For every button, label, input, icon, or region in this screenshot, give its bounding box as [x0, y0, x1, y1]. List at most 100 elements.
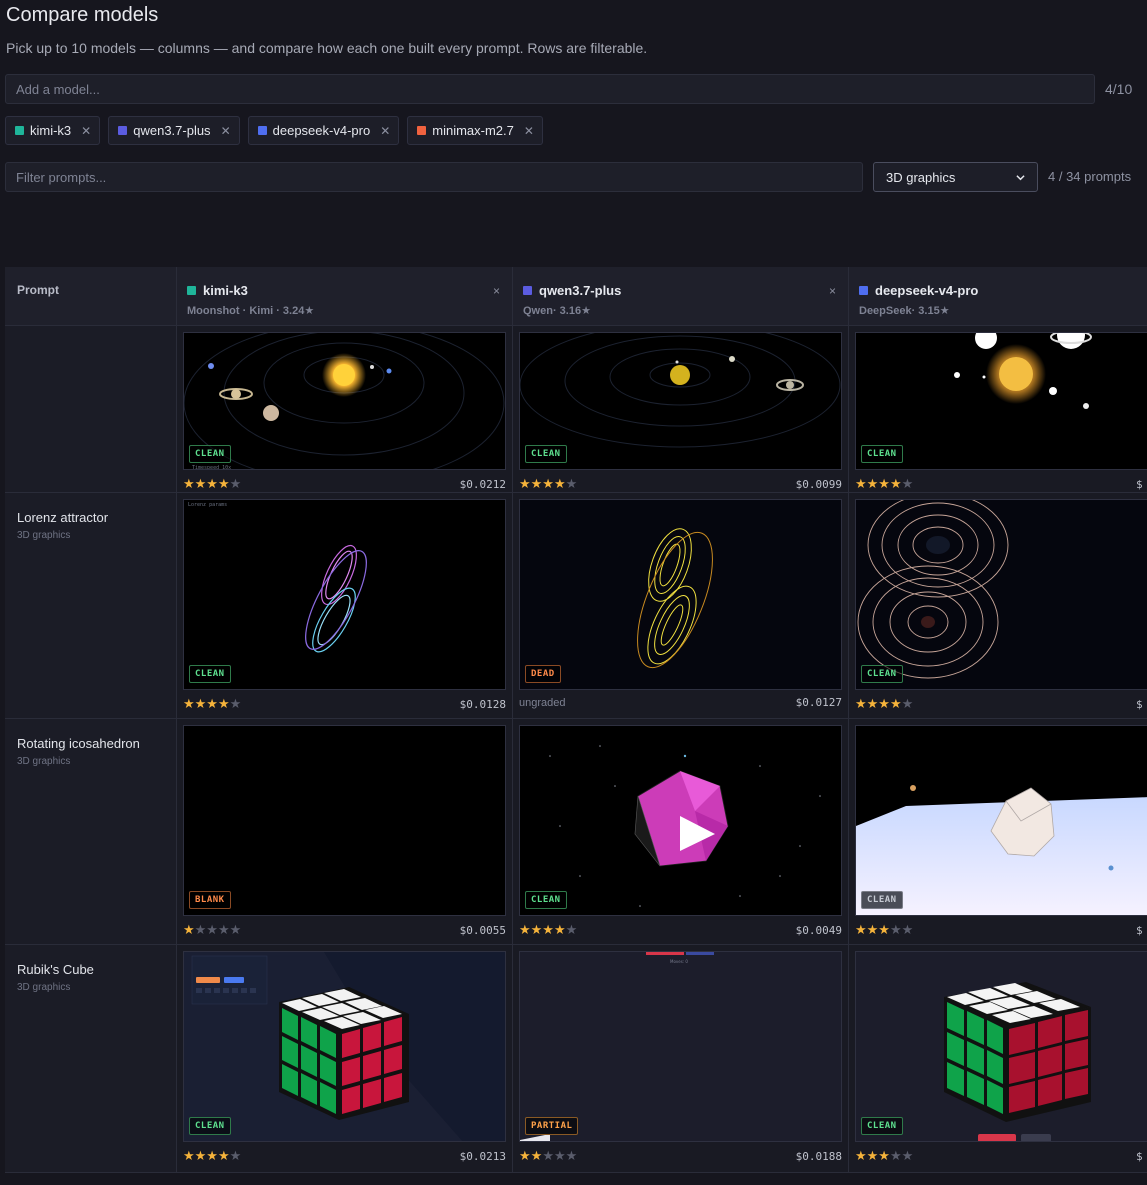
category-select[interactable]: 3D graphics: [873, 162, 1038, 192]
result-thumbnail[interactable]: CLEAN: [855, 332, 1147, 470]
color-swatch: [257, 126, 267, 135]
result-cell[interactable]: CLEAN ★★★★★ $0.0049: [513, 719, 849, 945]
lorenz-preview: [857, 500, 1009, 679]
column-header-kimi: kimi-k3 Moonshot · Kimi · 3.24★ ×: [177, 267, 513, 326]
status-badge: BLANK: [189, 891, 231, 909]
prompt-category: 3D graphics: [17, 530, 71, 541]
lorenz-preview: Lorenz params: [188, 502, 367, 653]
model-chip-kimi[interactable]: kimi-k3 ✕: [5, 116, 101, 145]
status-badge: CLEAN: [525, 891, 567, 909]
grade-status: ungraded: [519, 696, 566, 709]
result-cell[interactable]: CLEAN ★★★★★ $: [849, 493, 1147, 719]
remove-column-icon[interactable]: ×: [493, 284, 500, 298]
comparison-grid: Prompt kimi-k3 Moonshot · Kimi · 3.24★ ×…: [5, 267, 1147, 1173]
result-cell[interactable]: CLEAN ★★★★★ $: [849, 945, 1147, 1173]
prompt-count: 4 / 34 prompts: [1048, 169, 1132, 184]
star-rating: ★★★★★: [855, 696, 914, 711]
star-rating: ★★★★★: [519, 922, 578, 937]
remove-column-icon[interactable]: ×: [829, 284, 836, 298]
chip-label: kimi-k3: [30, 123, 72, 138]
result-cell[interactable]: Lorenz params CLEAN ★★★★★ $0.0128: [177, 493, 513, 719]
result-thumbnail[interactable]: CLEAN: [519, 332, 842, 470]
selected-models: kimi-k3 ✕ qwen3.7-plus ✕ deepseek-v4-pro…: [5, 116, 543, 145]
status-badge: CLEAN: [189, 665, 231, 683]
prompt-name: Lorenz attractor: [17, 510, 109, 525]
cost: $: [1136, 477, 1143, 491]
result-thumbnail[interactable]: Moves: 0 PARTIAL: [519, 951, 842, 1142]
color-swatch: [417, 126, 427, 135]
cost: $0.0188: [795, 1149, 842, 1163]
result-thumbnail[interactable]: CLEAN: [183, 951, 506, 1142]
result-cell[interactable]: BLANK ★★★★★ $0.0055: [177, 719, 513, 945]
model-chip-qwen[interactable]: qwen3.7-plus ✕: [108, 116, 240, 145]
color-swatch: [15, 126, 24, 135]
column-meta: Qwen· 3.16★: [523, 305, 591, 317]
status-badge: CLEAN: [861, 1117, 903, 1135]
star-rating: ★★★★★: [855, 476, 914, 491]
status-badge: CLEAN: [861, 445, 903, 463]
star-rating: ★★★★★: [519, 1148, 578, 1163]
star-rating: ★★★★★: [519, 476, 578, 491]
column-name: kimi-k3: [203, 283, 248, 298]
star-rating: ★★★★★: [855, 1148, 914, 1163]
star-rating: ★★★★★: [183, 476, 242, 491]
solar-system-preview: [520, 333, 841, 448]
cost: $0.0099: [795, 477, 842, 491]
status-badge: CLEAN: [861, 891, 903, 909]
result-cell[interactable]: CLEAN ★★★★★ $0.0213: [177, 945, 513, 1173]
remove-chip-icon[interactable]: ✕: [380, 124, 390, 138]
solar-system-preview: Timespeed 10x: [184, 333, 505, 469]
model-count: 4/10: [1105, 81, 1133, 97]
status-badge: CLEAN: [189, 1117, 231, 1135]
color-swatch: [859, 286, 868, 295]
prompt-row-label[interactable]: Rubik's Cube 3D graphics: [5, 945, 177, 1173]
result-thumbnail[interactable]: CLEAN: [855, 499, 1147, 690]
status-badge: CLEAN: [189, 445, 231, 463]
remove-chip-icon[interactable]: ✕: [221, 124, 231, 138]
add-model-input[interactable]: [5, 74, 1095, 104]
cost: $: [1136, 923, 1143, 937]
chip-label: qwen3.7-plus: [133, 123, 211, 138]
rubiks-cube-preview: Moves: 0: [520, 952, 714, 1141]
model-chip-minimax[interactable]: minimax-m2.7 ✕: [407, 116, 543, 145]
result-cell[interactable]: CLEAN ★★★★★ $: [849, 719, 1147, 945]
lorenz-preview: [637, 528, 713, 669]
column-name: deepseek-v4-pro: [875, 283, 979, 298]
cost: $0.0055: [459, 923, 506, 937]
chip-label: deepseek-v4-pro: [272, 123, 371, 138]
status-badge: DEAD: [525, 665, 561, 683]
prompt-column-header: Prompt: [5, 267, 177, 326]
result-thumbnail[interactable]: Timespeed 10x CLEAN: [183, 332, 506, 470]
cost: $: [1136, 1149, 1143, 1163]
prompt-header-label: Prompt: [17, 283, 59, 297]
remove-chip-icon[interactable]: ✕: [81, 124, 91, 138]
result-thumbnail[interactable]: CLEAN: [855, 725, 1147, 916]
icosahedron-preview: [549, 745, 821, 907]
result-thumbnail[interactable]: BLANK: [183, 725, 506, 916]
result-thumbnail[interactable]: CLEAN: [855, 951, 1147, 1142]
result-thumbnail[interactable]: DEAD: [519, 499, 842, 690]
status-badge: PARTIAL: [525, 1117, 579, 1135]
page-title: Compare models: [6, 4, 159, 26]
result-cell[interactable]: Moves: 0 PARTIAL ★★★★★ $0.0188: [513, 945, 849, 1173]
chevron-down-icon: [1016, 174, 1025, 180]
model-chip-deepseek[interactable]: deepseek-v4-pro ✕: [247, 116, 400, 145]
prompt-row-label[interactable]: Rotating icosahedron 3D graphics: [5, 719, 177, 945]
remove-chip-icon[interactable]: ✕: [524, 124, 534, 138]
result-thumbnail[interactable]: CLEAN: [519, 725, 842, 916]
prompt-row-label[interactable]: [5, 326, 177, 493]
cost: $0.0127: [795, 696, 842, 709]
prompt-row-label[interactable]: Lorenz attractor 3D graphics: [5, 493, 177, 719]
column-name: qwen3.7-plus: [539, 283, 622, 298]
category-select-value: 3D graphics: [886, 169, 956, 185]
result-cell[interactable]: CLEAN ★★★★★ $0.0099: [513, 326, 849, 493]
status-badge: CLEAN: [861, 665, 903, 683]
filter-prompts-input[interactable]: [5, 162, 863, 192]
result-cell[interactable]: Timespeed 10x CLEAN ★★★★★ $0.0212: [177, 326, 513, 493]
result-cell[interactable]: DEAD ungraded $0.0127: [513, 493, 849, 719]
column-header-qwen: qwen3.7-plus Qwen· 3.16★ ×: [513, 267, 849, 326]
star-rating: ★★★★★: [855, 922, 914, 937]
result-thumbnail[interactable]: Lorenz params CLEAN: [183, 499, 506, 690]
result-cell[interactable]: CLEAN ★★★★★ $: [849, 326, 1147, 493]
column-header-deepseek: deepseek-v4-pro DeepSeek· 3.15★: [849, 267, 1147, 326]
